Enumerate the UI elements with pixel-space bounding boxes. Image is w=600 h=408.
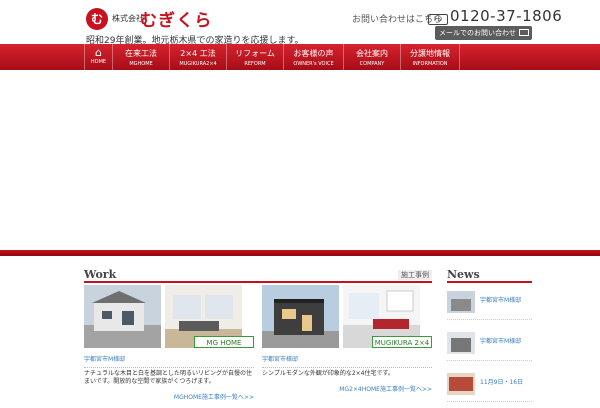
mg2x4-list-link[interactable]: MG2×4HOME施工事例一覧へ>>: [262, 384, 432, 393]
global-nav: ⌂ HOME 在来工法 MGHOME 2×4 工法 MUGIKURA2×4 リフ…: [0, 44, 600, 70]
nav-item-sublabel: MGHOME: [129, 61, 153, 67]
nav-item-label: 分譲地情報: [410, 49, 450, 58]
news-item[interactable]: 宇都宮市M様邸: [447, 326, 532, 361]
news-thumbnail[interactable]: [447, 373, 475, 395]
work-section-header: Work 施工事例: [84, 268, 432, 283]
work-card-title[interactable]: 宇都宮市M様邸: [84, 354, 254, 363]
work-card-mugikura2x4: MUGIKURA 2×4 宇都宮市様邸 シンプルモダンな外観が印象的な2×4住宅…: [262, 285, 432, 393]
nav-item-label: お客様の声: [293, 49, 334, 58]
house-exterior-photo[interactable]: [262, 285, 339, 348]
mail-contact-button[interactable]: メールでのお問い合わせ: [435, 26, 532, 40]
nav-reform[interactable]: リフォーム REFORM: [226, 44, 283, 70]
company-name[interactable]: むぎくら: [140, 6, 212, 31]
news-section-header: News: [447, 268, 532, 283]
nav-item-sublabel: OWNER's VOICE: [293, 61, 334, 67]
company-logo[interactable]: む: [86, 8, 108, 30]
hero-area: [0, 70, 600, 250]
news-thumbnail[interactable]: [447, 291, 475, 313]
nav-item-sublabel: REFORM: [244, 61, 266, 67]
work-card-mghome: MG HOME 宇都宮市M様邸 ナチュラルな木目と白を基調とした明るいリビングが…: [84, 285, 254, 401]
nav-home[interactable]: ⌂ HOME: [84, 44, 112, 70]
house-exterior-photo[interactable]: [84, 285, 161, 348]
news-list: 宇都宮市M様邸 宇都宮市M様邸 11月9日・16日: [447, 285, 532, 408]
nav-item-sublabel: MUGIKURA2×4: [179, 61, 217, 67]
envelope-icon: [519, 29, 529, 36]
nav-owners-voice[interactable]: お客様の声 OWNER's VOICE: [283, 44, 343, 70]
mugikura2x4-badge: MUGIKURA 2×4: [372, 336, 432, 348]
work-card-description: シンプルモダンな外観が印象的な2×4住宅です。: [262, 367, 432, 378]
nav-item-sublabel: COMPANY: [359, 61, 385, 67]
hero-divider: [0, 250, 600, 256]
news-title[interactable]: 宇都宮市M様邸: [480, 295, 521, 304]
news-title[interactable]: 11月9日・16日: [480, 377, 523, 386]
work-title: Work: [84, 268, 117, 281]
home-icon: ⌂: [95, 46, 102, 59]
news-item[interactable]: 11月9日・16日: [447, 367, 532, 402]
news-thumbnail[interactable]: [447, 332, 475, 354]
phone-number[interactable]: 0120-37-1806: [450, 7, 562, 25]
work-card-description: ナチュラルな木目と白を基調とした明るいリビングが自慢の住まいです。開放的な空間で…: [84, 367, 254, 386]
nav-home-label: HOME: [90, 59, 107, 65]
news-title[interactable]: 宇都宮市M様邸: [480, 336, 521, 345]
nav-mghome[interactable]: 在来工法 MGHOME: [112, 44, 169, 70]
nav-company[interactable]: 会社案内 COMPANY: [343, 44, 400, 70]
nav-item-label: 在来工法: [125, 49, 157, 58]
nav-item-label: 2×4 工法: [180, 49, 216, 58]
news-title: News: [447, 268, 480, 281]
mail-contact-label: メールでのお問い合わせ: [439, 29, 516, 37]
mghome-badge: MG HOME: [194, 336, 254, 348]
work-subtitle: 施工事例: [398, 270, 432, 280]
freedial-icon: FD: [428, 14, 448, 25]
nav-item-label: 会社案内: [356, 49, 388, 58]
nav-item-sublabel: INFORMATION: [412, 61, 448, 67]
nav-item-label: リフォーム: [235, 49, 275, 58]
nav-mugikura2x4[interactable]: 2×4 工法 MUGIKURA2×4: [169, 44, 226, 70]
nav-information[interactable]: 分譲地情報 INFORMATION: [400, 44, 460, 70]
work-card-title[interactable]: 宇都宮市様邸: [262, 354, 432, 363]
news-item[interactable]: 宇都宮市M様邸: [447, 285, 532, 320]
site-header: む 株式会社 むぎくら 昭和29年創業。地元栃木県での家造りを応援します。 お問…: [0, 0, 600, 46]
